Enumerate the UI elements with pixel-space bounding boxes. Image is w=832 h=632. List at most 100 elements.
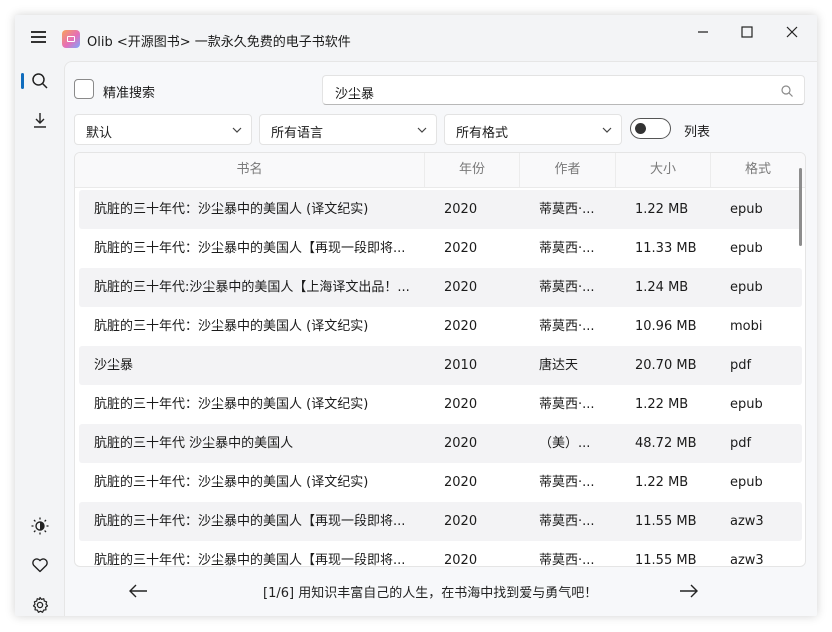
table-row[interactable]: 肮脏的三十年代：沙尘暴中的美国人【再现一段即将... 2020 蒂莫西·... …: [79, 229, 802, 268]
format-value: 所有格式: [456, 126, 509, 141]
column-header-year[interactable]: 年份: [425, 153, 520, 187]
table-row[interactable]: 肮脏的三十年代：沙尘暴中的美国人【再现一段即将... 2020 蒂莫西·... …: [79, 541, 802, 567]
cell-title: 肮脏的三十年代：沙尘暴中的美国人 (译文纪实): [94, 397, 369, 412]
cell-format: azw3: [730, 514, 764, 529]
sidebar-item-download[interactable]: [28, 108, 52, 132]
sidebar-item-theme[interactable]: [28, 514, 52, 538]
settings-icon: [32, 596, 49, 613]
table-body: 肮脏的三十年代：沙尘暴中的美国人 (译文纪实) 2020 蒂莫西·... 1.2…: [79, 190, 802, 567]
search-icon[interactable]: [780, 84, 794, 98]
cell-author: 唐达天: [539, 358, 579, 373]
cell-year: 2020: [444, 475, 478, 490]
sort-dropdown[interactable]: 默认: [74, 114, 252, 145]
cell-year: 2020: [444, 553, 478, 567]
cell-author: 蒂莫西·...: [539, 241, 595, 256]
cell-author: （美）...: [539, 436, 591, 451]
cell-author: 蒂莫西·...: [539, 280, 595, 295]
minimize-icon: [698, 31, 708, 33]
search-input[interactable]: 沙尘暴: [322, 75, 805, 105]
maximize-button[interactable]: [724, 15, 770, 49]
arrow-right-icon[interactable]: [677, 581, 701, 601]
vertical-scrollbar[interactable]: [799, 168, 802, 246]
sidebar-item-favorites[interactable]: [28, 553, 52, 577]
cell-size: 11.33 MB: [635, 241, 697, 256]
cell-size: 1.24 MB: [635, 280, 689, 295]
cell-author: 蒂莫西·...: [539, 514, 595, 529]
cell-year: 2020: [444, 397, 478, 412]
table-row[interactable]: 肮脏的三十年代：沙尘暴中的美国人 (译文纪实) 2020 蒂莫西·... 10.…: [79, 307, 802, 346]
minimize-button[interactable]: [680, 15, 726, 49]
cell-size: 48.72 MB: [635, 436, 697, 451]
cell-format: epub: [730, 280, 763, 295]
sidebar-item-settings[interactable]: [28, 593, 52, 616]
table-row[interactable]: 肮脏的三十年代:沙尘暴中的美国人【上海译文出品！... 2020 蒂莫西·...…: [79, 268, 802, 307]
cell-title: 肮脏的三十年代：沙尘暴中的美国人 (译文纪实): [94, 202, 369, 217]
app-logo-icon: [62, 30, 80, 48]
cell-format: mobi: [730, 319, 763, 334]
table-row[interactable]: 肮脏的三十年代：沙尘暴中的美国人 (译文纪实) 2020 蒂莫西·... 1.2…: [79, 385, 802, 424]
close-button[interactable]: [769, 15, 815, 49]
cell-year: 2020: [444, 202, 478, 217]
cell-format: pdf: [730, 358, 752, 373]
app-window: Olib <开源图书> 一款永久免费的电子书软件 精准搜索 沙尘暴 默认 所有语…: [15, 15, 817, 616]
exact-search-checkbox[interactable]: [74, 79, 94, 99]
cell-title: 肮脏的三十年代：沙尘暴中的美国人【再现一段即将...: [94, 241, 406, 256]
column-header-size[interactable]: 大小: [616, 153, 711, 187]
cell-year: 2020: [444, 319, 478, 334]
cell-author: 蒂莫西·...: [539, 319, 595, 334]
arrow-left-icon[interactable]: [127, 581, 151, 601]
list-view-label: 列表: [684, 125, 711, 140]
download-icon: [34, 113, 46, 128]
cell-size: 1.22 MB: [635, 397, 689, 412]
chevron-down-icon: [602, 127, 612, 133]
list-view-toggle[interactable]: [630, 118, 671, 139]
table-row[interactable]: 肮脏的三十年代：沙尘暴中的美国人 (译文纪实) 2020 蒂莫西·... 1.2…: [79, 190, 802, 229]
active-indicator: [21, 73, 24, 89]
cell-size: 11.55 MB: [635, 514, 697, 529]
results-table: 书名 年份 作者 大小 格式 肮脏的三十年代：沙尘暴中的美国人 (译文纪实) 2…: [74, 152, 806, 567]
theme-icon: [31, 517, 49, 535]
table-row[interactable]: 肮脏的三十年代：沙尘暴中的美国人 (译文纪实) 2020 蒂莫西·... 1.2…: [79, 463, 802, 502]
close-icon: [786, 26, 798, 38]
table-row[interactable]: 肮脏的三十年代 沙尘暴中的美国人 2020 （美）... 48.72 MB pd…: [79, 424, 802, 463]
cell-title: 肮脏的三十年代：沙尘暴中的美国人 (译文纪实): [94, 475, 369, 490]
cell-format: epub: [730, 475, 763, 490]
cell-title: 肮脏的三十年代：沙尘暴中的美国人【再现一段即将...: [94, 553, 406, 567]
table-header: 书名 年份 作者 大小 格式: [75, 153, 805, 188]
cell-title: 肮脏的三十年代:沙尘暴中的美国人【上海译文出品！...: [94, 280, 410, 295]
search-icon: [32, 73, 48, 89]
cell-year: 2020: [444, 436, 478, 451]
cell-author: 蒂莫西·...: [539, 475, 595, 490]
cell-year: 2020: [444, 241, 478, 256]
cell-size: 1.22 MB: [635, 475, 689, 490]
table-row[interactable]: 肮脏的三十年代：沙尘暴中的美国人【再现一段即将... 2020 蒂莫西·... …: [79, 502, 802, 541]
cell-format: pdf: [730, 436, 752, 451]
cell-size: 11.55 MB: [635, 553, 697, 567]
cell-size: 1.22 MB: [635, 202, 689, 217]
format-dropdown[interactable]: 所有格式: [444, 114, 622, 145]
chevron-down-icon: [232, 127, 242, 133]
heart-icon: [32, 558, 48, 573]
status-message: [1/6] 用知识丰富自己的人生，在书海中找到爱与勇气吧！: [263, 586, 598, 601]
title-bar: Olib <开源图书> 一款永久免费的电子书软件: [15, 15, 817, 61]
cell-year: 2010: [444, 358, 478, 373]
cell-author: 蒂莫西·...: [539, 553, 595, 567]
window-title: Olib <开源图书> 一款永久免费的电子书软件: [87, 35, 351, 50]
column-header-author[interactable]: 作者: [520, 153, 616, 187]
cell-format: azw3: [730, 553, 764, 567]
language-value: 所有语言: [271, 126, 324, 141]
chevron-down-icon: [417, 127, 427, 133]
cell-author: 蒂莫西·...: [539, 397, 595, 412]
exact-search-label: 精准搜索: [103, 86, 156, 101]
language-dropdown[interactable]: 所有语言: [259, 114, 437, 145]
maximize-icon: [741, 26, 753, 38]
column-header-title[interactable]: 书名: [75, 153, 425, 187]
cell-format: epub: [730, 241, 763, 256]
table-row[interactable]: 沙尘暴 2010 唐达天 20.70 MB pdf: [79, 346, 802, 385]
sidebar: [15, 61, 64, 616]
menu-icon[interactable]: [29, 29, 49, 45]
sidebar-item-search[interactable]: [28, 69, 52, 93]
cell-format: epub: [730, 202, 763, 217]
column-header-format[interactable]: 格式: [711, 153, 805, 187]
sort-value: 默认: [86, 126, 113, 141]
